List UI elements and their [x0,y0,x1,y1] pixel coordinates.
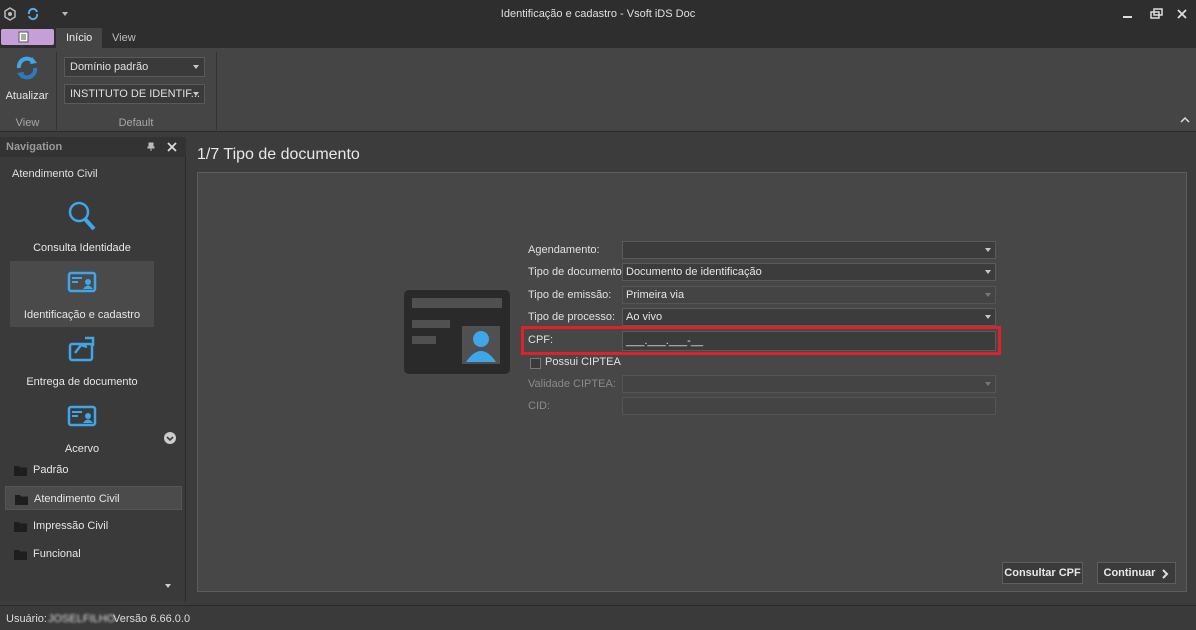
domain-combo-value: Domínio padrão [70,61,149,73]
chevron-down-icon [985,293,991,297]
tab-inicio[interactable]: Início [56,28,103,48]
nav-item-consulta-identidade[interactable]: Consulta Identidade [10,194,154,260]
nav-item-label: Identificação e cadastro [23,309,141,321]
tipo-emissao-value: Primeira via [626,289,685,301]
id-card-illustration-icon [404,290,510,374]
nav-item-identificacao-cadastro[interactable]: Identificação e cadastro [10,261,154,327]
ciptea-label: Possui CIPTEA [545,356,621,368]
search-icon [68,201,96,231]
validade-ciptea-label: Validade CIPTEA: [528,378,616,390]
nav-item-label: Consulta Identidade [33,242,131,254]
chevron-down-icon [985,248,991,252]
nav-group-padrao[interactable]: Padrão [5,458,182,482]
chevron-right-icon [1162,569,1169,579]
folder-icon [14,550,27,560]
tab-view[interactable]: View [102,28,146,48]
continuar-label: Continuar [1103,567,1156,579]
agendamento-select[interactable] [622,241,996,259]
group-separator [216,52,217,130]
document-type-panel: Agendamento: Tipo de documento: Document… [197,172,1187,592]
chevron-down-icon [193,92,199,96]
folder-icon [15,495,28,505]
nav-item-entrega-documento[interactable]: Entrega de documento [10,328,154,394]
tipo-processo-label: Tipo de processo: [528,311,616,323]
agendamento-label: Agendamento: [528,244,600,256]
ciptea-checkbox[interactable] [530,358,541,369]
scroll-down-circle-icon[interactable] [163,431,177,445]
nav-group-label: Atendimento Civil [34,493,120,505]
tipo-documento-select[interactable]: Documento de identificação [622,263,996,281]
tipo-processo-value: Ao vivo [626,311,663,323]
continuar-button[interactable]: Continuar [1097,562,1176,584]
cid-input[interactable] [622,397,996,415]
consultar-cpf-button[interactable]: Consultar CPF [1002,562,1083,584]
folder-icon [14,466,27,476]
title-bar: Identificação e cadastro - Vsoft iDS Doc [0,0,1196,28]
nav-group-label: Funcional [33,548,81,560]
ribbon: Atualizar View Domínio padrão INSTITUTO … [0,48,1196,132]
institute-combo[interactable]: INSTITUTO DE IDENTIF... [64,84,205,104]
app-menu-button[interactable] [1,29,54,45]
cid-label: CID: [528,400,550,412]
collapse-ribbon-icon[interactable] [1180,116,1190,124]
nav-item-label: Acervo [64,443,100,455]
validade-ciptea-select[interactable] [622,375,996,393]
cpf-highlight-box [521,326,1001,355]
nav-group-label: Impressão Civil [33,520,109,532]
page-title: 1/7 Tipo de documento [197,146,360,163]
nav-group-funcional[interactable]: Funcional [5,542,182,566]
close-icon[interactable] [1171,6,1193,22]
delivery-icon [68,336,95,362]
nav-group-atendimento-civil[interactable]: Atendimento Civil [5,486,182,510]
refresh-button[interactable]: Atualizar [2,52,52,102]
institute-combo-value: INSTITUTO DE IDENTIF... [70,88,200,100]
chevron-down-icon [985,315,991,319]
navigation-section-title: Atendimento Civil [12,168,98,180]
nav-options-arrow-icon[interactable] [164,583,172,589]
group-label-default: Default [118,117,154,129]
chevron-down-icon [985,382,991,386]
archive-card-icon [67,405,97,427]
navigation-title: Navigation [6,141,63,153]
close-panel-icon[interactable] [167,142,177,152]
restore-icon[interactable] [1145,6,1167,22]
nav-group-label: Padrão [33,464,69,476]
navigation-panel: Navigation Atendimento Civil Consulta Id… [0,137,186,602]
group-label-view: View [15,117,40,129]
tipo-documento-value: Documento de identificação [626,266,762,278]
domain-combo[interactable]: Domínio padrão [64,57,205,77]
tipo-documento-label: Tipo de documento: [528,266,625,278]
tipo-emissao-select[interactable]: Primeira via [622,286,996,304]
user-label: Usuário: [6,613,47,625]
tipo-emissao-label: Tipo de emissão: [528,289,612,301]
chevron-down-icon [193,65,199,69]
folder-icon [14,522,27,532]
chevron-down-icon [985,270,991,274]
version-label: Versão 6.66.0.0 [113,613,191,625]
nav-item-acervo[interactable]: Acervo [10,395,154,461]
ribbon-tabs: Início View [0,28,1196,48]
user-value: JOSELFILHO [48,613,116,625]
refresh-label: Atualizar [5,90,49,102]
pin-icon[interactable] [146,142,156,152]
document-icon [18,31,29,43]
id-card-icon [67,271,97,293]
window-title: Identificação e cadastro - Vsoft iDS Doc [500,8,696,20]
status-bar: Usuário: JOSELFILHO Versão 6.66.0.0 [0,605,1196,630]
nav-group-impressao-civil[interactable]: Impressão Civil [5,514,182,538]
navigation-header: Navigation [0,137,186,157]
minimize-icon[interactable] [1117,6,1139,22]
refresh-icon [16,56,38,80]
tipo-processo-select[interactable]: Ao vivo [622,308,996,326]
nav-item-label: Entrega de documento [26,376,138,388]
